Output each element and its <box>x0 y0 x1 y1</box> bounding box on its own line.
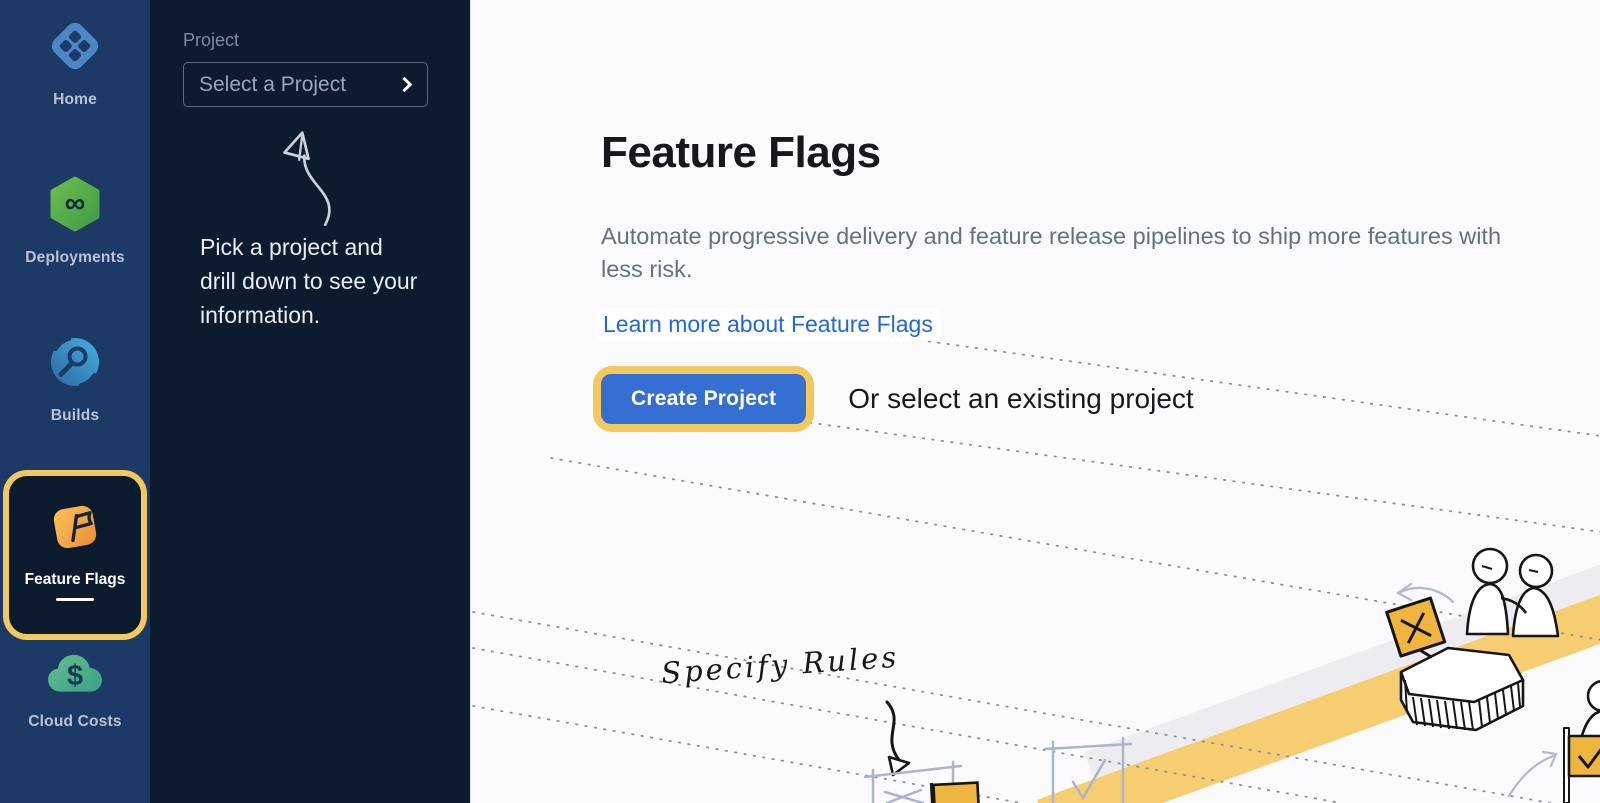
deployments-icon: ∞ <box>47 176 103 237</box>
project-label: Project <box>183 30 239 51</box>
sidebar-item-feature-flags[interactable]: Feature Flags <box>3 470 147 640</box>
sidebar-item-cloud-costs[interactable]: $ Cloud Costs <box>0 652 150 731</box>
svg-text:$: $ <box>67 660 83 692</box>
project-panel: Project Select a Project Pick a project … <box>150 0 470 803</box>
sidebar-item-deployments[interactable]: ∞ Deployments <box>0 176 150 267</box>
project-select-value: Select a Project <box>199 73 346 97</box>
home-icon <box>47 18 103 79</box>
cta-row: Create Project Or select an existing pro… <box>593 366 1194 432</box>
sidebar-item-label: Home <box>53 91 97 109</box>
learn-more-link[interactable]: Learn more about Feature Flags <box>595 308 941 341</box>
feature-flags-icon <box>46 498 104 561</box>
cloud-costs-icon: $ <box>45 652 105 701</box>
page-description: Automate progressive delivery and featur… <box>601 220 1546 286</box>
sidebar-item-label: Cloud Costs <box>28 713 121 731</box>
project-hint-text: Pick a project and drill down to see you… <box>200 230 418 332</box>
primary-nav: Home ∞ Deployments <box>0 0 150 803</box>
create-project-highlight-ring: Create Project <box>593 366 814 432</box>
project-select[interactable]: Select a Project <box>183 62 428 107</box>
sidebar-item-builds[interactable]: Builds <box>0 334 150 425</box>
chevron-right-icon <box>397 77 413 93</box>
sidebar-item-label: Builds <box>51 407 100 425</box>
builds-icon <box>47 334 103 395</box>
sidebar-item-label: Feature Flags <box>25 571 126 589</box>
create-project-button[interactable]: Create Project <box>601 374 806 424</box>
sidebar-item-home[interactable]: Home <box>0 18 150 109</box>
svg-text:∞: ∞ <box>65 188 86 220</box>
arrow-doodle-icon <box>250 118 365 238</box>
active-indicator <box>56 598 94 601</box>
or-select-existing-text: Or select an existing project <box>848 383 1194 415</box>
main-content: Specify Rules Feature Flags Automate pro… <box>470 0 1600 803</box>
sidebar-item-label: Deployments <box>25 249 125 267</box>
page-title: Feature Flags <box>601 128 881 178</box>
